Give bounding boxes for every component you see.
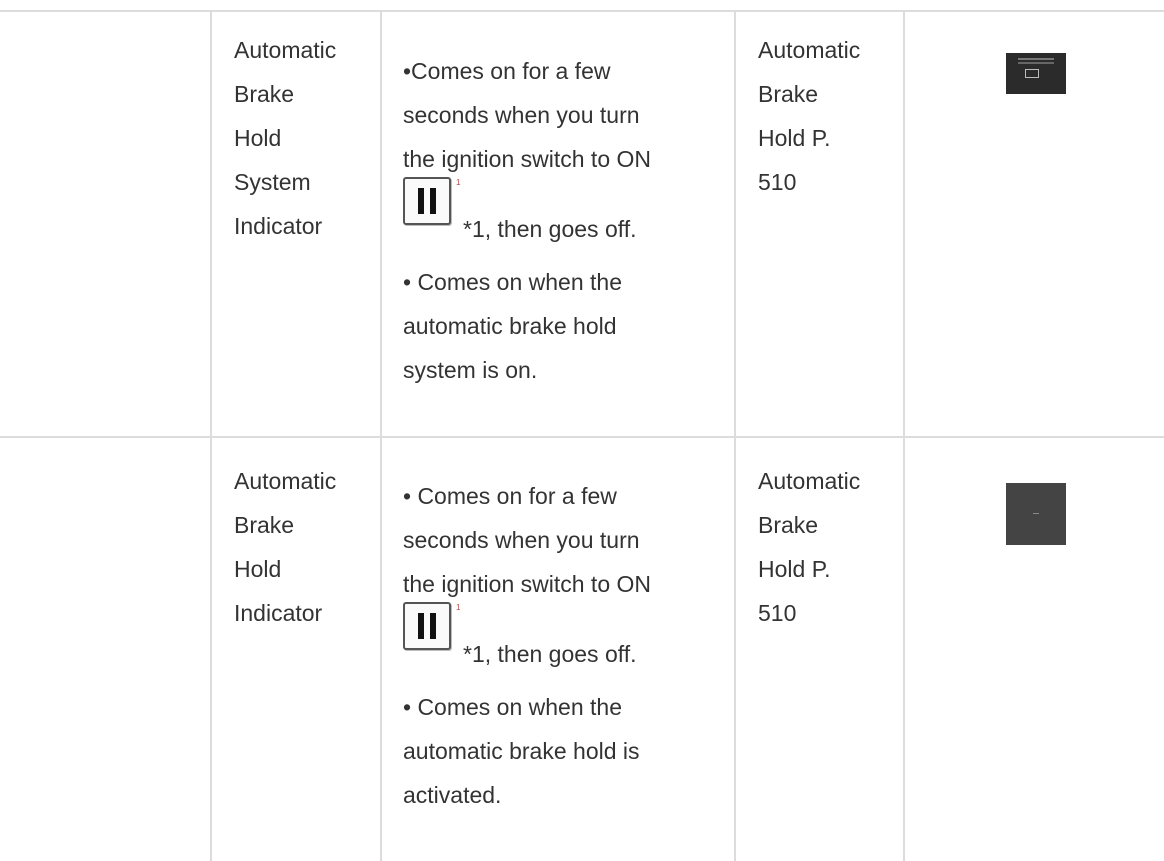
reference-cell: Automatic Brake Hold P. 510: [758, 459, 898, 635]
description-paragraph: •Comes on for a few seconds when you tur…: [403, 49, 723, 253]
indicator-name-cell: Automatic Brake Hold Indicator: [234, 459, 374, 635]
description-line: the ignition switch to ON: [403, 571, 652, 597]
display-text-line: [1018, 58, 1054, 60]
description-paragraph: • Comes on when the automatic brake hold…: [403, 685, 723, 817]
row-divider: [0, 436, 1164, 438]
description-line: *1, then goes off.: [463, 641, 637, 667]
name-line: Indicator: [234, 600, 323, 626]
ignition-on-switch-icon: [403, 602, 451, 650]
reference-line: Automatic: [758, 37, 861, 63]
description-line: activated.: [403, 782, 502, 808]
description-line: • Comes on when the: [403, 694, 623, 720]
description-line: automatic brake hold is: [403, 738, 640, 764]
description-line: automatic brake hold: [403, 313, 617, 339]
description-line: seconds when you turn: [403, 527, 640, 553]
ignition-on-switch-icon: [403, 177, 451, 225]
ignition-line: 1 *1, then goes off.: [403, 177, 723, 253]
description-line: the ignition switch to ON: [403, 146, 652, 172]
description-line: • Comes on for a few: [403, 483, 617, 509]
name-line: Hold: [234, 125, 282, 151]
reference-line: Hold P.: [758, 556, 831, 582]
brake-hold-system-standby-display-icon: [1006, 53, 1066, 94]
reference-line: Automatic: [758, 468, 861, 494]
name-line: Indicator: [234, 213, 323, 239]
footnote-mark: 1: [456, 178, 461, 187]
name-line: Brake: [234, 81, 295, 107]
indicator-name-cell: Automatic Brake Hold System Indicator: [234, 28, 374, 248]
row-divider: [0, 10, 1164, 12]
footnote-mark: 1: [456, 603, 461, 612]
description-cell: •Comes on for a few seconds when you tur…: [403, 49, 723, 392]
description-line: •Comes on for a few: [403, 58, 611, 84]
description-paragraph: • Comes on when the automatic brake hold…: [403, 260, 723, 392]
name-line: System: [234, 169, 311, 195]
display-text-line: [1018, 62, 1054, 64]
name-line: Automatic: [234, 37, 337, 63]
reference-line: Brake: [758, 81, 819, 107]
description-line: system is on.: [403, 357, 538, 383]
description-paragraph: • Comes on for a few seconds when you tu…: [403, 474, 723, 678]
ignition-line: 1 *1, then goes off.: [403, 602, 723, 678]
display-mark: [1033, 513, 1039, 514]
description-line: seconds when you turn: [403, 102, 640, 128]
reference-cell: Automatic Brake Hold P. 510: [758, 28, 898, 204]
name-line: Brake: [234, 512, 295, 538]
description-cell: • Comes on for a few seconds when you tu…: [403, 474, 723, 817]
reference-line: 510: [758, 600, 797, 626]
reference-line: Brake: [758, 512, 819, 538]
name-line: Automatic: [234, 468, 337, 494]
name-line: Hold: [234, 556, 282, 582]
brake-hold-indicator-display-icon: [1006, 483, 1066, 545]
reference-line: Hold P.: [758, 125, 831, 151]
description-line: *1, then goes off.: [463, 216, 637, 242]
description-line: • Comes on when the: [403, 269, 623, 295]
display-screen-icon: [1025, 69, 1039, 78]
reference-line: 510: [758, 169, 797, 195]
